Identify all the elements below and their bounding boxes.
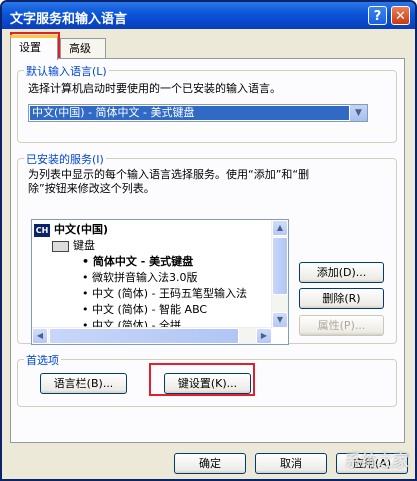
installed-services-legend: 已安装的服务(I) [24, 151, 106, 167]
scroll-left-icon[interactable]: ◀ [32, 328, 48, 344]
services-tree[interactable]: CH 中文(中国) 键盘 • 简体中文 - 美式键盘 • 微软拼音输入法3.0版 … [31, 219, 289, 345]
list-item[interactable]: • 中文 (简体) - 智能 ABC [82, 302, 207, 318]
installed-services-group: 已安装的服务(I) 为列表中显示的每个输入语言选择服务。使用“添加”和“删 除”… [17, 151, 397, 345]
properties-button[interactable]: 属性(P)... [299, 315, 384, 336]
default-language-group: 默认输入语言(L) 选择计算机启动时要使用的一个已安装的输入语言。 中文(中国)… [17, 63, 397, 143]
horizontal-scrollbar[interactable]: ◀ ▶ [32, 327, 272, 344]
ok-button[interactable]: 确定 [174, 453, 246, 474]
settings-panel: 默认输入语言(L) 选择计算机启动时要使用的一个已安装的输入语言。 中文(中国)… [10, 58, 405, 443]
tree-keyboard-label: 键盘 [73, 239, 95, 252]
vertical-scroll-thumb[interactable] [272, 237, 288, 295]
remove-button[interactable]: 删除(R) [299, 288, 384, 309]
installed-services-desc-line2: 除”按钮来修改这个列表。 [28, 182, 155, 195]
scroll-right-icon[interactable]: ▶ [256, 328, 272, 344]
preferences-legend: 首选项 [24, 352, 61, 368]
keyboard-icon [52, 240, 69, 252]
list-item[interactable]: • 中文 (简体) - 王码五笔型输入法 [82, 286, 247, 302]
horizontal-scroll-thumb[interactable] [49, 328, 239, 344]
list-item[interactable]: • 简体中文 - 美式键盘 [82, 254, 193, 270]
default-language-desc: 选择计算机启动时要使用的一个已安装的输入语言。 [28, 82, 281, 95]
tab-settings[interactable]: 设置 [10, 35, 58, 60]
dialog-window: 文字服务和输入语言 ? ✕ 设置 高级 默认输入语言(L) 选择计算机启动时要使… [0, 0, 417, 481]
default-language-select[interactable]: 中文(中国) - 简体中文 - 美式键盘 ▼ [28, 104, 368, 122]
cancel-button[interactable]: 取消 [255, 453, 327, 474]
help-button[interactable]: ? [368, 6, 387, 25]
language-icon: CH [34, 223, 50, 237]
language-bar-button[interactable]: 语言栏(B)... [40, 373, 127, 394]
list-item[interactable]: • 微软拼音输入法3.0版 [82, 270, 198, 286]
scroll-down-icon[interactable]: ▼ [272, 312, 288, 328]
tree-language-label: 中文(中国) [54, 223, 109, 236]
close-button[interactable]: ✕ [391, 6, 410, 25]
title-bar[interactable]: 文字服务和输入语言 ? ✕ [2, 2, 415, 29]
tab-advanced[interactable]: 高级 [60, 38, 106, 59]
window-title: 文字服务和输入语言 [10, 12, 128, 27]
default-language-legend: 默认输入语言(L) [24, 63, 109, 79]
preferences-group: 首选项 语言栏(B)... 键设置(K)... [17, 352, 397, 407]
watermark-logo: 系统之家 [344, 451, 409, 470]
vertical-scrollbar[interactable]: ▲ ▼ [271, 220, 288, 328]
default-language-value: 中文(中国) - 简体中文 - 美式键盘 [30, 106, 349, 120]
scroll-up-icon[interactable]: ▲ [272, 220, 288, 236]
tree-keyboard-node[interactable]: 键盘 [52, 238, 95, 254]
add-button[interactable]: 添加(D)... [299, 262, 384, 283]
chevron-down-icon[interactable]: ▼ [349, 105, 367, 121]
installed-services-desc-line1: 为列表中显示的每个输入语言选择服务。使用“添加”和“删 [28, 168, 310, 181]
key-settings-button[interactable]: 键设置(K)... [164, 373, 251, 394]
tree-language-node[interactable]: CH 中文(中国) [34, 222, 108, 238]
